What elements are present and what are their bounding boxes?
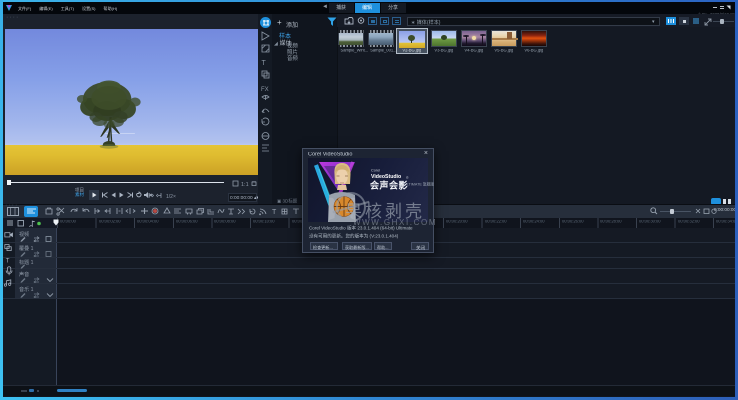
svg-text:T: T [262, 60, 267, 67]
svg-text:会声会影: 会声会影 [370, 180, 408, 191]
svg-text:T: T [272, 209, 277, 216]
svg-text:Corel: Corel [371, 169, 380, 173]
svg-text:1:1: 1:1 [241, 182, 249, 187]
svg-text:VideoStudio: VideoStudio [371, 174, 401, 180]
svg-text:®: ® [406, 176, 409, 180]
svg-text:FX: FX [261, 87, 269, 93]
svg-text:T: T [6, 258, 10, 264]
svg-text:1/2×: 1/2× [166, 194, 176, 200]
